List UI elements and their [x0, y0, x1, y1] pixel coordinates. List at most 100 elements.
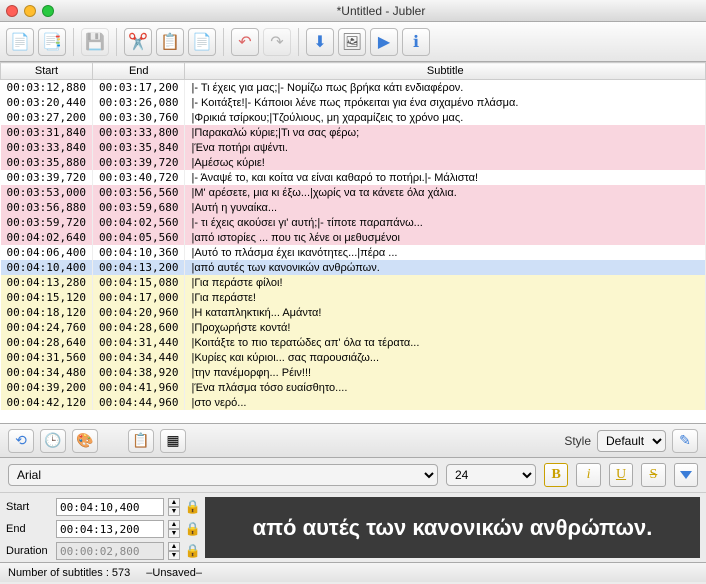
copy-button[interactable]: 📋 — [156, 28, 184, 56]
cell-subtitle[interactable]: |στο νερό... — [185, 395, 706, 410]
cell-end[interactable]: 00:03:17,200 — [92, 80, 184, 96]
cell-subtitle[interactable]: |- Άναψέ το, και κοίτα να είναι καθαρό τ… — [185, 170, 706, 185]
cell-subtitle[interactable]: |Για περάστε! — [185, 290, 706, 305]
cell-subtitle[interactable]: |την πανέμορφη... Ρέιν!!! — [185, 365, 706, 380]
cell-end[interactable]: 00:04:05,560 — [92, 230, 184, 245]
sort-button[interactable]: ⬇ — [306, 28, 334, 56]
table-row[interactable]: 00:04:15,12000:04:17,000|Για περάστε! — [1, 290, 706, 305]
undo-button[interactable]: ↶ — [231, 28, 259, 56]
duration-spinner[interactable]: ▲▼ — [168, 542, 180, 560]
cell-subtitle[interactable]: |Ένα ποτήρι αψέντι. — [185, 140, 706, 155]
cell-start[interactable]: 00:04:31,560 — [1, 350, 93, 365]
start-lock-icon[interactable]: 🔒 — [184, 499, 202, 515]
table-row[interactable]: 00:03:31,84000:03:33,800|Παρακαλώ κύριε;… — [1, 125, 706, 140]
cell-end[interactable]: 00:03:56,560 — [92, 185, 184, 200]
cell-end[interactable]: 00:04:02,560 — [92, 215, 184, 230]
new-child-button[interactable]: 📑 — [38, 28, 66, 56]
table-row[interactable]: 00:03:39,72000:03:40,720|- Άναψέ το, και… — [1, 170, 706, 185]
col-start[interactable]: Start — [1, 63, 93, 80]
clipboard-tool-button[interactable]: 📋 — [128, 429, 154, 453]
cell-end[interactable]: 00:04:34,440 — [92, 350, 184, 365]
style-select[interactable]: Default — [597, 430, 666, 452]
cell-end[interactable]: 00:04:20,960 — [92, 305, 184, 320]
table-row[interactable]: 00:03:53,00000:03:56,560|Μ' αρέσετε, μια… — [1, 185, 706, 200]
cell-start[interactable]: 00:04:15,120 — [1, 290, 93, 305]
table-row[interactable]: 00:04:34,48000:04:38,920|την πανέμορφη..… — [1, 365, 706, 380]
cell-end[interactable]: 00:04:41,960 — [92, 380, 184, 395]
cell-start[interactable]: 00:04:39,200 — [1, 380, 93, 395]
new-file-button[interactable]: 📄 — [6, 28, 34, 56]
cell-subtitle[interactable]: |Φρικιά τσίρκου;|Τζούλιους, μη χαραμίζει… — [185, 110, 706, 125]
start-time-input[interactable] — [56, 498, 164, 516]
cell-end[interactable]: 00:03:33,800 — [92, 125, 184, 140]
table-row[interactable]: 00:04:24,76000:04:28,600|Προχωρήστε κοντ… — [1, 320, 706, 335]
cell-end[interactable]: 00:04:44,960 — [92, 395, 184, 410]
close-window-button[interactable] — [6, 5, 18, 17]
cell-subtitle[interactable]: |Μ' αρέσετε, μια κι έξω...|χωρίς να τα κ… — [185, 185, 706, 200]
paste-button[interactable]: 📄 — [188, 28, 216, 56]
cell-start[interactable]: 00:03:53,000 — [1, 185, 93, 200]
cell-start[interactable]: 00:03:27,200 — [1, 110, 93, 125]
cell-end[interactable]: 00:03:30,760 — [92, 110, 184, 125]
cell-end[interactable]: 00:03:39,720 — [92, 155, 184, 170]
table-row[interactable]: 00:04:13,28000:04:15,080|Για περάστε φίλ… — [1, 275, 706, 290]
table-row[interactable]: 00:04:06,40000:04:10,360|Αυτό το πλάσμα … — [1, 245, 706, 260]
info-button[interactable]: ℹ — [402, 28, 430, 56]
cell-start[interactable]: 00:04:13,280 — [1, 275, 93, 290]
cell-subtitle[interactable]: |Αμέσως κύριε! — [185, 155, 706, 170]
table-row[interactable]: 00:04:18,12000:04:20,960|Η καταπληκτική.… — [1, 305, 706, 320]
col-subtitle[interactable]: Subtitle — [185, 63, 706, 80]
table-row[interactable]: 00:03:33,84000:03:35,840|Ένα ποτήρι αψέν… — [1, 140, 706, 155]
cell-start[interactable]: 00:04:28,640 — [1, 335, 93, 350]
end-spinner[interactable]: ▲▼ — [168, 520, 180, 538]
bold-button[interactable]: B — [544, 463, 568, 487]
cell-end[interactable]: 00:04:17,000 — [92, 290, 184, 305]
cell-subtitle[interactable]: |από αυτές των κανονικών ανθρώπων. — [185, 260, 706, 275]
cell-subtitle[interactable]: |Παρακαλώ κύριε;|Τι να σας φέρω; — [185, 125, 706, 140]
duration-lock-icon[interactable]: 🔒 — [184, 543, 202, 559]
cell-subtitle[interactable]: |Για περάστε φίλοι! — [185, 275, 706, 290]
strike-button[interactable]: S — [641, 463, 665, 487]
cell-subtitle[interactable]: |Αυτό το πλάσμα έχει ικανότητες...|πέρα … — [185, 245, 706, 260]
cell-subtitle[interactable]: |- Τι έχεις για μας;|- Νομίζω πως βρήκα … — [185, 80, 706, 96]
cell-end[interactable]: 00:03:26,080 — [92, 95, 184, 110]
palette-button[interactable]: 🎨 — [72, 429, 98, 453]
cell-subtitle[interactable]: |- τι έχεις ακούσει γι' αυτή;|- τίποτε π… — [185, 215, 706, 230]
table-row[interactable]: 00:03:20,44000:03:26,080|- Κοιτάξτε!|- Κ… — [1, 95, 706, 110]
minimize-window-button[interactable] — [24, 5, 36, 17]
subtitle-table-scroll[interactable]: Start End Subtitle 00:03:12,88000:03:17,… — [0, 62, 706, 424]
save-button[interactable]: 💾 — [81, 28, 109, 56]
cell-end[interactable]: 00:04:10,360 — [92, 245, 184, 260]
table-row[interactable]: 00:03:27,20000:03:30,760|Φρικιά τσίρκου;… — [1, 110, 706, 125]
time-tool-button[interactable]: 🕒 — [40, 429, 66, 453]
cell-subtitle[interactable]: |Κυρίες και κύριοι... σας παρουσιάζω... — [185, 350, 706, 365]
table-row[interactable]: 00:03:59,72000:04:02,560|- τι έχεις ακού… — [1, 215, 706, 230]
download-font-button[interactable] — [674, 463, 698, 487]
table-row[interactable]: 00:03:56,88000:03:59,680|Αυτή η γυναίκα.… — [1, 200, 706, 215]
cell-start[interactable]: 00:04:24,760 — [1, 320, 93, 335]
cell-subtitle[interactable]: |Ένα πλάσμα τόσο ευαίσθητο.... — [185, 380, 706, 395]
cell-subtitle[interactable]: |Κοιτάξτε το πιο τερατώδες απ' όλα τα τέ… — [185, 335, 706, 350]
cell-start[interactable]: 00:03:20,440 — [1, 95, 93, 110]
cell-subtitle[interactable]: |από ιστορίες ... που τις λένε οι μεθυσμ… — [185, 230, 706, 245]
font-family-select[interactable]: Arial — [8, 464, 438, 486]
cell-start[interactable]: 00:04:42,120 — [1, 395, 93, 410]
end-time-input[interactable] — [56, 520, 164, 538]
edit-style-button[interactable]: ✎ — [672, 429, 698, 453]
cell-subtitle[interactable]: |- Κοιτάξτε!|- Κάποιοι λένε πως πρόκειτα… — [185, 95, 706, 110]
cell-end[interactable]: 00:04:13,200 — [92, 260, 184, 275]
cell-subtitle[interactable]: |Η καταπληκτική... Αμάντα! — [185, 305, 706, 320]
underline-button[interactable]: U — [609, 463, 633, 487]
cell-start[interactable]: 00:04:10,400 — [1, 260, 93, 275]
start-spinner[interactable]: ▲▼ — [168, 498, 180, 516]
cell-end[interactable]: 00:03:59,680 — [92, 200, 184, 215]
cell-subtitle[interactable]: |Προχωρήστε κοντά! — [185, 320, 706, 335]
cell-start[interactable]: 00:03:33,840 — [1, 140, 93, 155]
table-row[interactable]: 00:04:28,64000:04:31,440|Κοιτάξτε το πιο… — [1, 335, 706, 350]
table-row[interactable]: 00:04:39,20000:04:41,960|Ένα πλάσμα τόσο… — [1, 380, 706, 395]
table-row[interactable]: 00:04:02,64000:04:05,560|από ιστορίες ..… — [1, 230, 706, 245]
font-size-select[interactable]: 24 — [446, 464, 536, 486]
cell-subtitle[interactable]: |Αυτή η γυναίκα... — [185, 200, 706, 215]
cell-start[interactable]: 00:03:35,880 — [1, 155, 93, 170]
end-lock-icon[interactable]: 🔒 — [184, 521, 202, 537]
